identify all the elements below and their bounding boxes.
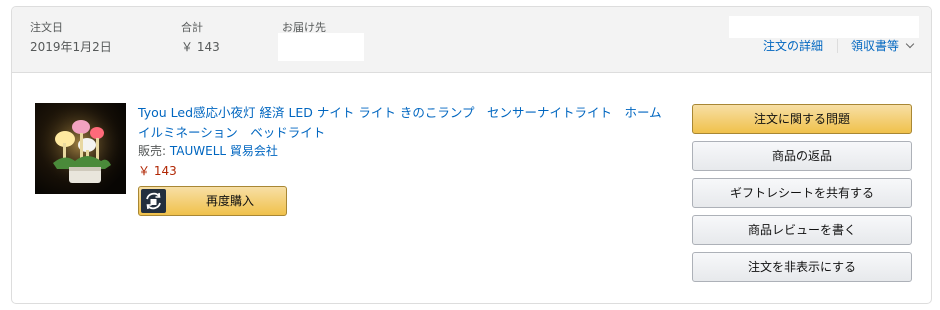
order-date-label: 注文日 [30,21,63,34]
order-number-redacted [729,16,919,38]
mushroom-lamp-icon [35,103,126,194]
item-price: ￥ 143 [138,164,177,178]
write-review-button[interactable]: 商品レビューを書く [692,215,912,245]
link-separator [836,39,838,53]
order-total-label: 合計 [181,21,203,34]
order-total-column: 合計 ￥ 143 [181,21,220,55]
share-gift-receipt-button[interactable]: ギフトレシートを共有する [692,178,912,208]
order-header: 注文日 2019年1月2日 合計 ￥ 143 お届け先 注文の詳細 領収書等 [12,7,931,73]
buy-again-icon [141,189,166,213]
receipt-link[interactable]: 領収書等 [851,38,899,54]
order-date-column: 注文日 2019年1月2日 [30,21,112,55]
order-date-value: 2019年1月2日 [30,40,112,54]
seller-line: 販売: TAUWELL 貿易会社 [138,143,278,159]
order-details-link[interactable]: 注文の詳細 [763,38,823,54]
ship-to-name-redacted [278,33,364,61]
order-header-links: 注文の詳細 領収書等 [763,38,915,54]
buy-again-button[interactable]: 再度購入 [138,186,287,216]
hide-order-button[interactable]: 注文を非表示にする [692,252,912,282]
order-problem-button[interactable]: 注文に関する問題 [692,104,912,134]
chevron-down-icon[interactable] [905,39,915,49]
seller-prefix: 販売: [138,144,170,158]
product-image[interactable] [35,103,126,194]
order-total-value: ￥ 143 [181,40,220,54]
order-card: 注文日 2019年1月2日 合計 ￥ 143 お届け先 注文の詳細 領収書等 T… [11,6,932,304]
product-title-link[interactable]: Tyou Led感応小夜灯 経済 LED ナイト ライト きのこランプ センサー… [138,103,668,143]
return-items-button[interactable]: 商品の返品 [692,141,912,171]
seller-link[interactable]: TAUWELL 貿易会社 [170,144,278,158]
buy-again-label: 再度購入 [205,194,254,208]
